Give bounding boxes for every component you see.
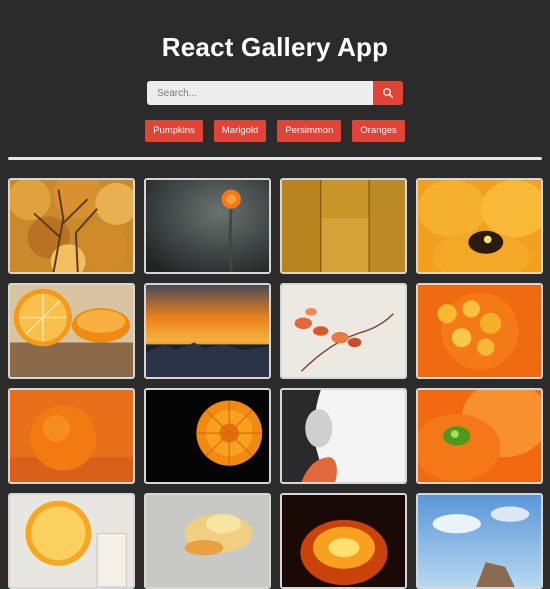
nav-link-pumpkins[interactable]: Pumpkins [145,120,203,142]
photo-grid [8,178,543,589]
divider [8,157,542,160]
photo-woman-portrait[interactable] [280,388,407,484]
photo-marigold-black[interactable] [144,388,271,484]
page-title: React Gallery App [161,32,389,62]
photo-orange-pansy[interactable] [416,178,543,274]
photo-whole-orange[interactable] [8,388,135,484]
photo-pumpkin-lantern[interactable] [280,493,407,589]
search-input[interactable] [147,81,373,105]
photo-golden-wall[interactable] [280,178,407,274]
photo-sliced-orange[interactable] [8,283,135,379]
photo-autumn-tree[interactable] [8,178,135,274]
topic-nav: Pumpkins Marigold Persimmon Oranges [0,120,550,142]
photo-orange-petals-light[interactable] [144,493,271,589]
photo-orange-flower-green-center[interactable] [416,388,543,484]
photo-orange-sunset[interactable] [144,283,271,379]
search-form [147,81,403,105]
nav-link-oranges[interactable]: Oranges [352,120,405,142]
nav-link-marigold[interactable]: Marigold [213,120,267,142]
search-button[interactable] [373,81,403,105]
photo-dried-leaves-branch[interactable] [280,283,407,379]
photo-orange-flower-macro[interactable] [416,283,543,379]
photo-orange-flower-dark[interactable] [144,178,271,274]
photo-orange-half-glass[interactable] [8,493,135,589]
gallery-page: React Gallery App Pumpkins Marigold Pers… [0,0,550,589]
nav-link-persimmon[interactable]: Persimmon [277,120,342,142]
photo-sky-blue[interactable] [416,493,543,589]
search-icon [383,88,394,99]
